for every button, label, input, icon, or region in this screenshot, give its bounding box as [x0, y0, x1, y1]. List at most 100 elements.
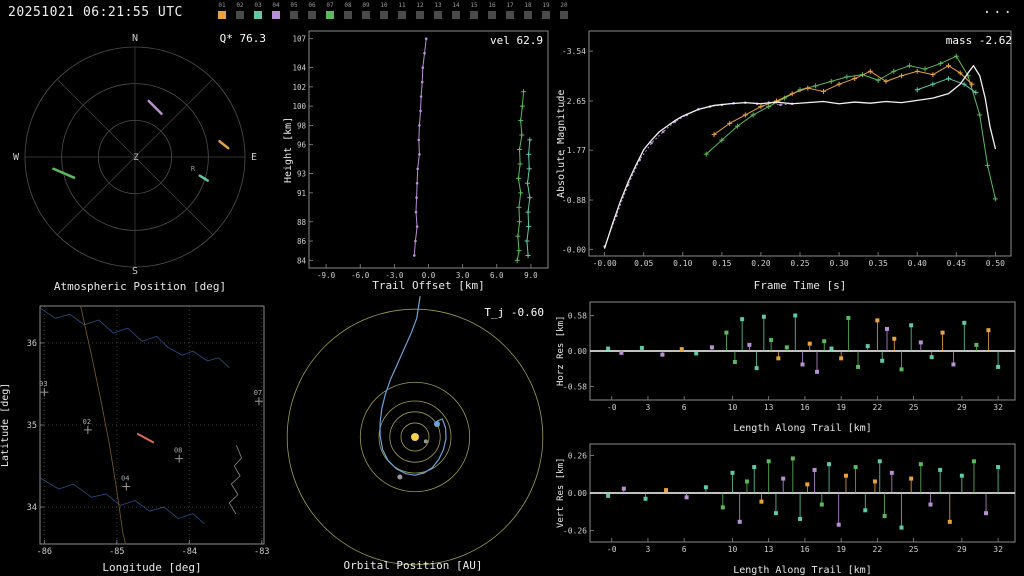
panel-ground-map: -86 -85 -84 -83 36 35 34 03 02 04 08 07 Longitude […: [0, 292, 278, 576]
light-curve-ylabel: Absolute Magnitude: [556, 89, 567, 198]
svg-text:10: 10: [728, 403, 738, 412]
horz-res-ylabel: Horz Res [km]: [556, 315, 566, 387]
station-toggle-11[interactable]: 11: [395, 2, 409, 19]
station-id-label: 20: [560, 2, 568, 9]
station-id-label: 04: [272, 2, 280, 9]
svg-text:0.10: 0.10: [673, 259, 692, 268]
panel-orbital-position: T_j -0.60 Orbital Position [AU]: [278, 292, 548, 576]
station-color-swatch: [560, 11, 568, 19]
svg-text:98: 98: [297, 121, 307, 130]
svg-text:32: 32: [993, 545, 1003, 554]
station-id-label: 02: [236, 2, 244, 9]
station-color-swatch: [434, 11, 442, 19]
station-toggle-10[interactable]: 10: [377, 2, 391, 19]
station-toggle-02[interactable]: 02: [233, 2, 247, 19]
station-toggle-17[interactable]: 17: [503, 2, 517, 19]
station-toggle-13[interactable]: 13: [431, 2, 445, 19]
station-toggle-19[interactable]: 19: [539, 2, 553, 19]
station-toggle-08[interactable]: 08: [341, 2, 355, 19]
horizontal-residuals-plot: -0 3 6 10 13 16 19 22 25 29 32 0.58 0.00 -0.58: [563, 301, 1016, 412]
station-id-label: 16: [488, 2, 496, 9]
station-color-swatch: [326, 11, 334, 19]
svg-text:03: 03: [39, 380, 47, 388]
station-id-label: 18: [524, 2, 532, 9]
svg-text:3: 3: [646, 403, 651, 412]
svg-text:07: 07: [254, 389, 262, 397]
station-color-swatch: [362, 11, 370, 19]
svg-text:0.26: 0.26: [568, 452, 587, 461]
station-toggle-06[interactable]: 06: [305, 2, 319, 19]
svg-text:-83: -83: [254, 547, 269, 557]
svg-text:0.40: 0.40: [908, 259, 927, 268]
svg-text:6: 6: [682, 545, 687, 554]
station-toggle-14[interactable]: 14: [449, 2, 463, 19]
orbit-plot-title: Orbital Position [AU]: [343, 559, 483, 572]
station-id-label: 19: [542, 2, 550, 9]
station-color-swatch: [488, 11, 496, 19]
station-id-label: 12: [416, 2, 424, 9]
svg-text:N: N: [132, 33, 138, 44]
station-toggle-05[interactable]: 05: [287, 2, 301, 19]
convergence-angle-value: Q* 76.3: [219, 32, 266, 45]
station-id-label: 13: [434, 2, 442, 9]
svg-text:3: 3: [646, 545, 651, 554]
station-id-label: 09: [362, 2, 370, 9]
height-plot-ylabel: Height [km]: [283, 116, 294, 183]
svg-text:0.05: 0.05: [634, 259, 653, 268]
svg-text:93: 93: [297, 170, 306, 179]
station-id-label: 08: [344, 2, 352, 9]
station-toggle-04[interactable]: 04: [269, 2, 283, 19]
station-toggle-15[interactable]: 15: [467, 2, 481, 19]
svg-text:-86: -86: [37, 547, 52, 557]
station-toggle-18[interactable]: 18: [521, 2, 535, 19]
svg-text:-84: -84: [182, 547, 197, 557]
station-id-label: 06: [308, 2, 316, 9]
station-color-swatch: [254, 11, 262, 19]
horz-res-xlabel: Length Along Trail [km]: [733, 423, 872, 434]
vertical-residuals-plot: -0 3 6 10 13 16 19 22 25 29 32 0.26 0.00 -0.26: [563, 443, 1016, 554]
svg-text:22: 22: [873, 403, 883, 412]
svg-text:0.00: 0.00: [568, 347, 587, 356]
svg-text:96: 96: [297, 141, 307, 150]
height-plot-xlabel: Trail Offset [km]: [372, 279, 485, 292]
station-color-swatch: [398, 11, 406, 19]
station-toggle-09[interactable]: 09: [359, 2, 373, 19]
svg-text:0.30: 0.30: [829, 259, 848, 268]
svg-text:0.35: 0.35: [869, 259, 888, 268]
utc-timestamp: 20251021 06:21:55 UTC: [8, 5, 183, 20]
svg-text:35: 35: [27, 421, 37, 431]
velocity-value: vel 62.9: [490, 34, 543, 47]
svg-text:-85: -85: [109, 547, 124, 557]
mass-value: mass -2.62: [945, 34, 1012, 47]
station-toggle-20[interactable]: 20: [557, 2, 571, 19]
station-toggle-bar: 01 02 03 04 05 06 07 08 09 10 11 12 13 14 15 16 17 18 19 20: [215, 2, 571, 19]
station-id-label: 03: [254, 2, 262, 9]
svg-text:13: 13: [764, 545, 774, 554]
station-color-swatch: [236, 11, 244, 19]
orbital-position-plot: [286, 295, 544, 566]
station-toggle-16[interactable]: 16: [485, 2, 499, 19]
station-toggle-01[interactable]: 01: [215, 2, 229, 19]
panel-horizontal-residuals: -0 3 6 10 13 16 19 22 25 29 32 0.58 0.00 -0.58 Length…: [556, 292, 1024, 434]
panel-vertical-residuals: -0 3 6 10 13 16 19 22 25 29 32 0.26 0.00 -0.26 Length…: [556, 434, 1024, 576]
svg-text:-0.26: -0.26: [563, 526, 587, 535]
svg-text:102: 102: [292, 83, 306, 92]
svg-text:02: 02: [83, 418, 91, 426]
station-id-label: 11: [398, 2, 406, 9]
station-toggle-07[interactable]: 07: [323, 2, 337, 19]
svg-text:29: 29: [957, 403, 967, 412]
vert-res-ylabel: Vert Res [km]: [556, 457, 566, 529]
overflow-menu[interactable]: ...: [983, 1, 1014, 17]
svg-text:84: 84: [297, 256, 307, 265]
svg-text:0.15: 0.15: [712, 259, 731, 268]
svg-text:107: 107: [292, 35, 306, 44]
station-color-swatch: [470, 11, 478, 19]
svg-text:19: 19: [836, 403, 846, 412]
light-curve-xlabel: Frame Time [s]: [753, 279, 847, 292]
svg-text:25: 25: [909, 545, 919, 554]
ground-map-plot: -86 -85 -84 -83 36 35 34 03 02 04 08 07: [27, 305, 270, 557]
station-color-swatch: [542, 11, 550, 19]
station-toggle-03[interactable]: 03: [251, 2, 265, 19]
svg-text:0.25: 0.25: [790, 259, 809, 268]
station-toggle-12[interactable]: 12: [413, 2, 427, 19]
